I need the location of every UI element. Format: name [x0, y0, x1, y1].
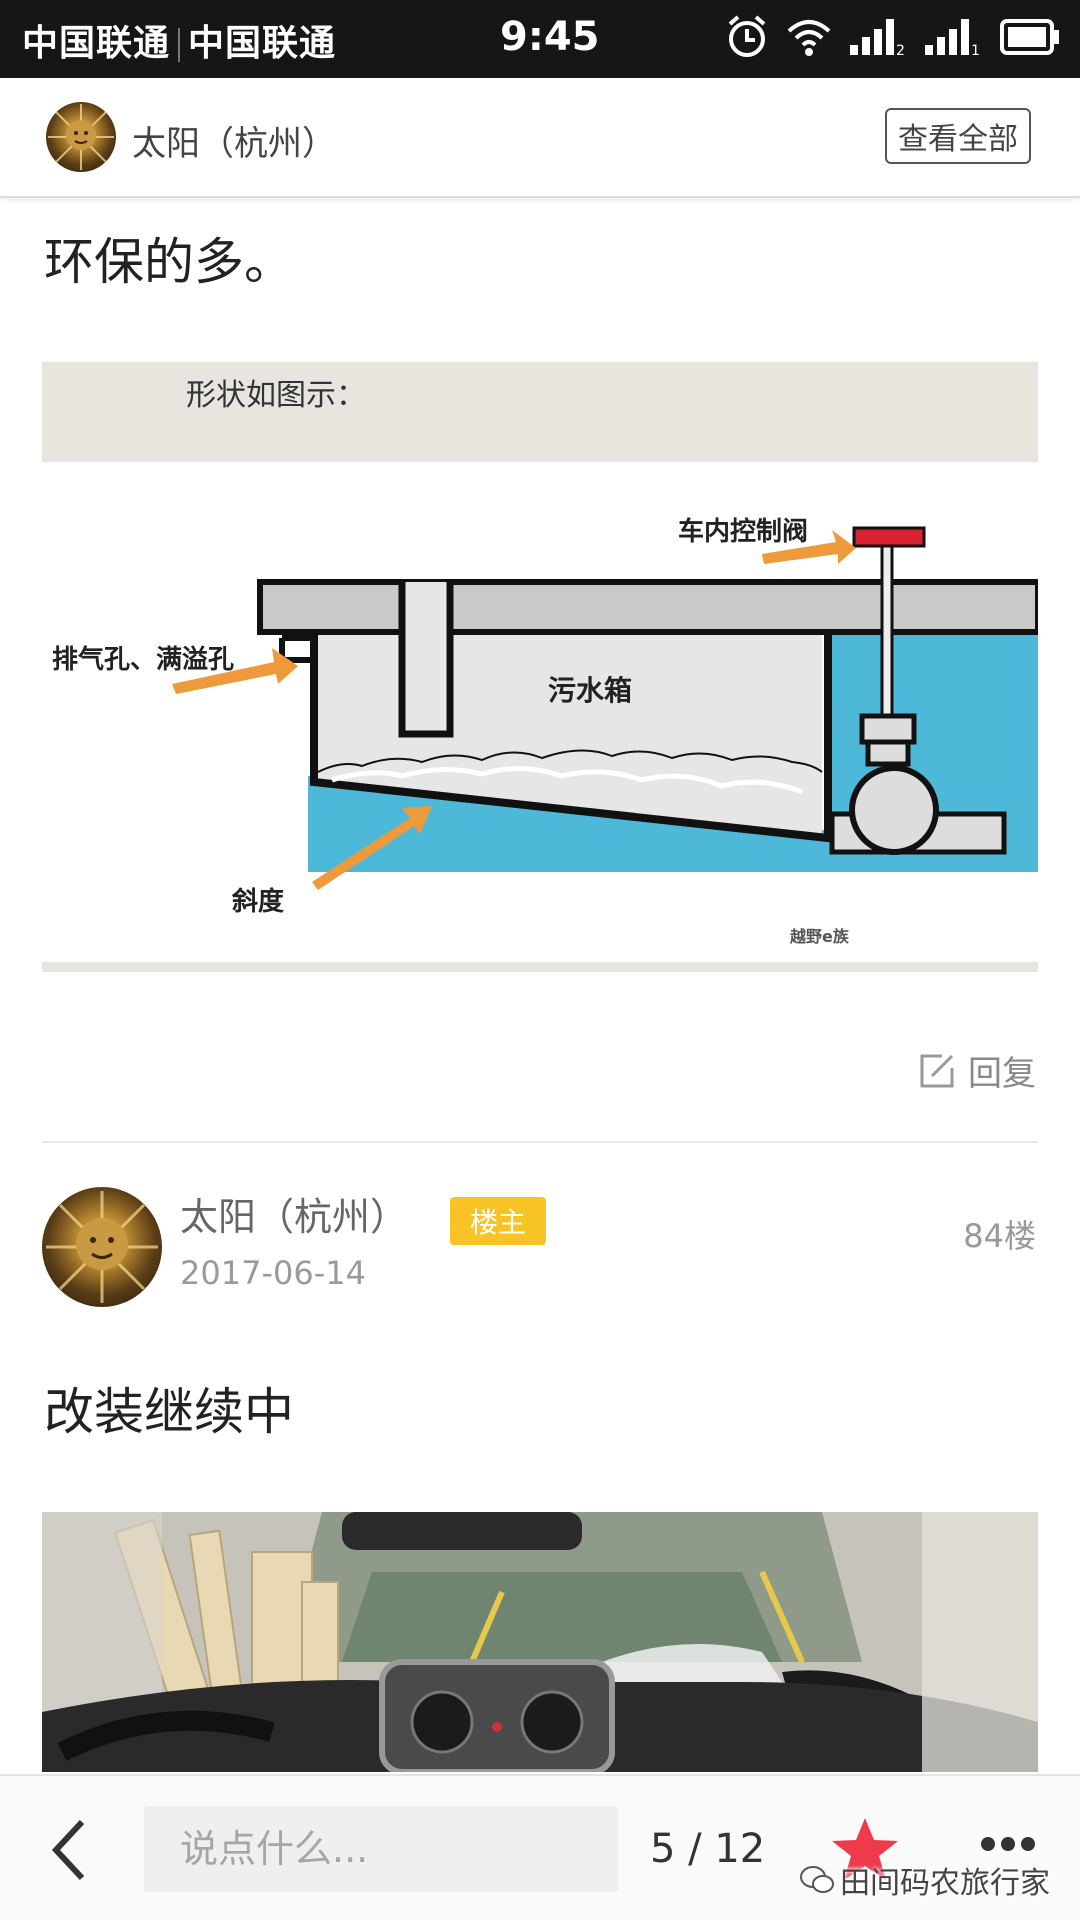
comment-input[interactable] [144, 1806, 618, 1892]
label-control-valve: 车内控制阀 [678, 516, 808, 547]
label-tank: 污水箱 [548, 674, 632, 707]
thread-header: 太阳（杭州） 查看全部 [0, 78, 1080, 198]
reply-button[interactable]: 回复 [918, 1046, 1036, 1095]
back-arrow-icon[interactable] [40, 1810, 100, 1890]
diagram-watermark: 越野e族 [789, 927, 850, 946]
post-divider [42, 1141, 1038, 1143]
wechat-watermark: 田间码农旅行家 [800, 1858, 1050, 1902]
carrier-1: 中国联通 [22, 23, 171, 64]
view-all-button[interactable]: 查看全部 [885, 108, 1031, 164]
label-vent: 排气孔、满溢孔 [52, 644, 234, 675]
post-body-text: 环保的多。 [44, 233, 294, 291]
carrier-2: 中国联通 [188, 23, 337, 64]
more-options-icon[interactable] [980, 1836, 1036, 1852]
post-author-avatar[interactable] [42, 1187, 162, 1307]
clock: 9:45 [500, 14, 600, 60]
reply-label: 回复 [968, 1054, 1036, 1094]
svg-text:1: 1 [971, 43, 980, 57]
battery-icon [1000, 19, 1059, 55]
carrier-divider [178, 28, 181, 62]
status-icons: 2 1 [712, 14, 1060, 64]
post-body-text: 改装继续中 [44, 1383, 294, 1441]
status-bar: 中国联通 中国联通 9:45 2 1 [0, 0, 1080, 78]
author-avatar[interactable] [46, 102, 116, 172]
owner-badge: 楼主 [450, 1197, 546, 1245]
post-image-photo[interactable] [42, 1512, 1038, 1772]
signal-icon: 1 [924, 19, 980, 57]
page-counter[interactable]: 5 / 12 [650, 1826, 765, 1872]
header-author-name[interactable]: 太阳（杭州） [132, 116, 336, 165]
post-image-diagram[interactable]: 形状如图示： 车内控制阀 排气孔、满溢孔 污水箱 斜度 越野e族 [42, 362, 1038, 972]
floor-number: 84楼 [963, 1217, 1036, 1255]
carrier-label: 中国联通 中国联通 [22, 14, 336, 66]
screen: 中国联通 中国联通 9:45 2 1 太阳（杭州） 查看全部 环保的多。 形状如… [0, 0, 1080, 1920]
car-interior-photo [42, 1512, 1038, 1772]
wifi-icon [787, 20, 831, 56]
edit-icon [920, 1054, 954, 1087]
svg-text:2: 2 [896, 43, 905, 57]
alarm-icon [728, 15, 765, 57]
diagram-bottom-band [42, 962, 1038, 972]
label-slope: 斜度 [231, 886, 284, 917]
signal-icon: 2 [849, 19, 905, 57]
wechat-icon [800, 1866, 834, 1893]
watermark-text: 田间码农旅行家 [840, 1866, 1050, 1901]
post-author-name[interactable]: 太阳（杭州） [180, 1186, 408, 1241]
post-date: 2017-06-14 [180, 1254, 366, 1292]
tank-diagram: 车内控制阀 排气孔、满溢孔 污水箱 斜度 越野e族 [52, 516, 1038, 946]
bottom-action-bar: 5 / 12 田间码农旅行家 [0, 1774, 1080, 1920]
